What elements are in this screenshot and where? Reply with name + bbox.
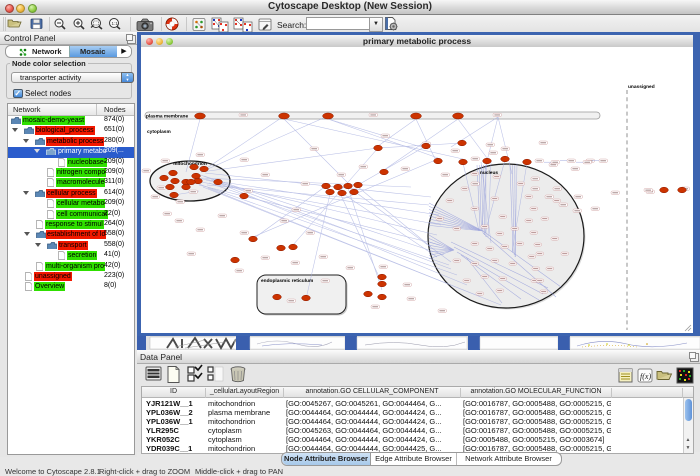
svg-text:plasma membrane: plasma membrane [146, 114, 188, 120]
svg-text:cytoplasm: cytoplasm [147, 129, 171, 135]
svg-text:endoplasmic reticulum: endoplasmic reticulum [261, 278, 313, 284]
svg-text:unassigned: unassigned [628, 84, 655, 90]
svg-text:1:1: 1:1 [112, 21, 119, 26]
svg-text:f(x): f(x) [640, 372, 651, 381]
